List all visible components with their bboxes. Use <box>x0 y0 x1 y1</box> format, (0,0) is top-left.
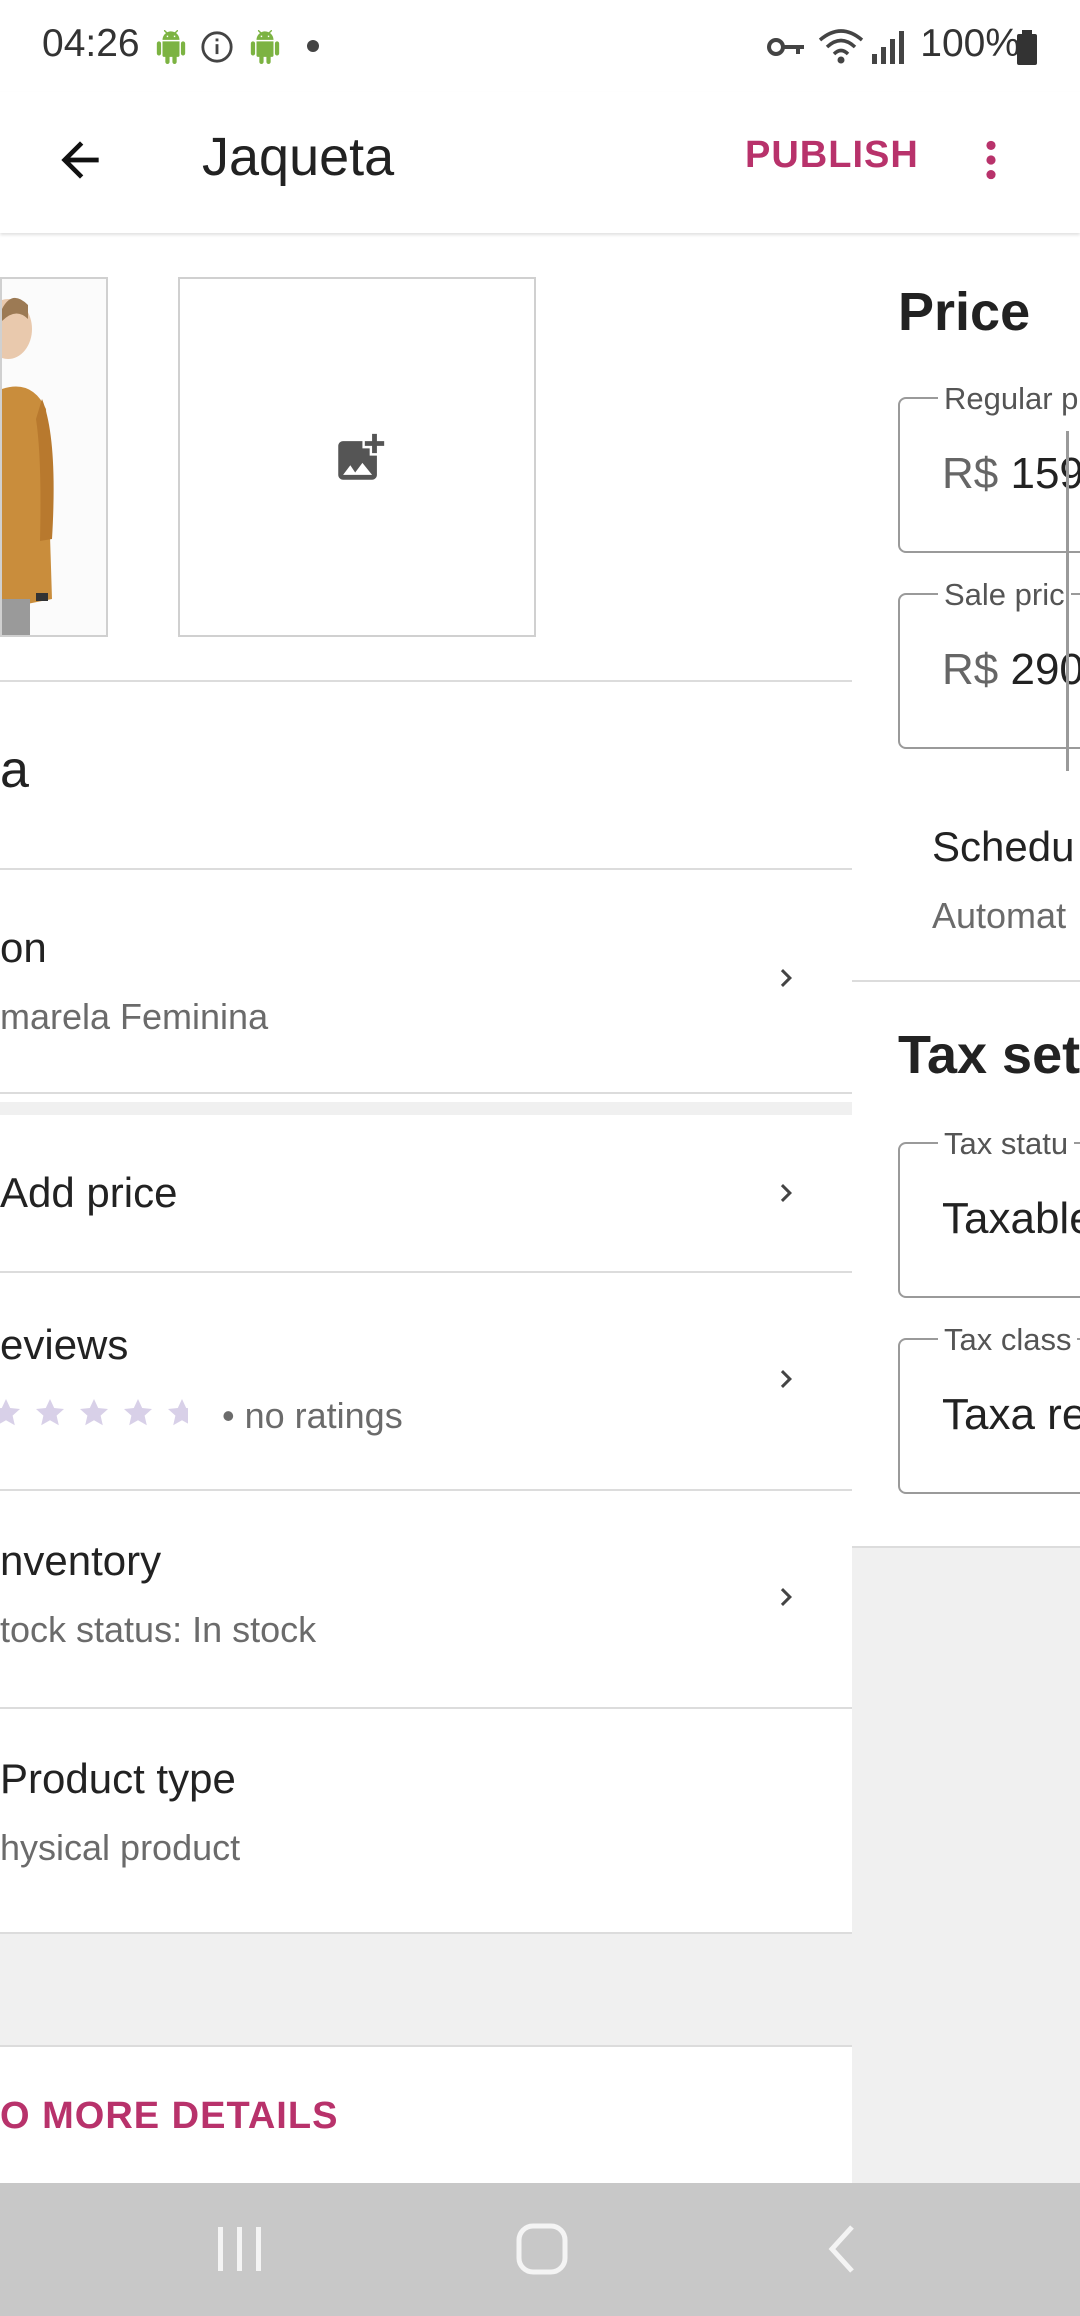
home-icon[interactable] <box>514 2221 570 2277</box>
signal-icon <box>872 31 904 64</box>
more-options-icon[interactable] <box>966 132 1016 188</box>
product-type-row[interactable]: Product type hysical product <box>0 1709 852 1933</box>
inventory-value: tock status: In stock <box>0 1609 317 1650</box>
reviews-title: eviews <box>0 1321 129 1368</box>
chevron-right-icon <box>780 969 792 987</box>
tax-settings-heading: Tax set <box>898 1025 1080 1085</box>
description-row[interactable]: on marela Feminina <box>0 870 852 1090</box>
status-bar: 04:26 100% <box>0 0 1080 92</box>
app-bar: Jaqueta PUBLISH <box>0 92 1080 233</box>
regular-price-field[interactable]: Regular p R$ 159 <box>898 381 1080 553</box>
product-info-card: a on marela Feminina <box>0 682 852 1102</box>
wifi-icon <box>818 29 864 64</box>
tax-class-field[interactable]: Tax class Taxa re <box>898 1322 1080 1494</box>
more-details-card: O MORE DETAILS <box>0 2047 852 2183</box>
price-settings-panel: Price Regular p R$ 159 Sale pric R$ 290 … <box>852 233 1080 2183</box>
tax-class-value: Taxa re <box>942 1390 1080 1439</box>
inventory-title: nventory <box>0 1537 162 1584</box>
regular-price-label: Regular p <box>938 381 1080 417</box>
battery-icon <box>1017 30 1037 65</box>
publish-button[interactable]: PUBLISH <box>745 134 919 177</box>
notification-dot-icon <box>307 40 319 52</box>
product-detail-panel: a on marela Feminina Add price eviews • … <box>0 233 852 2183</box>
add-more-details-button[interactable]: O MORE DETAILS <box>0 2095 338 2138</box>
rating-stars <box>0 1399 188 1426</box>
add-price-row[interactable]: Add price <box>0 1115 852 1271</box>
tax-class-label: Tax class <box>938 1322 1078 1358</box>
sale-price-field[interactable]: Sale pric R$ 290 <box>898 577 1080 749</box>
description-value: marela Feminina <box>0 996 269 1037</box>
system-navigation-bar <box>0 2183 1080 2316</box>
android-icon <box>156 30 186 64</box>
reviews-row[interactable]: eviews • no ratings <box>0 1273 852 1489</box>
add-photo-icon <box>338 433 385 480</box>
back-nav-icon[interactable] <box>816 2221 872 2277</box>
schedule-value: Automat <box>932 895 1067 936</box>
description-title: on <box>0 924 47 971</box>
inventory-row[interactable]: nventory tock status: In stock <box>0 1491 852 1707</box>
page-title: Jaqueta <box>202 127 395 187</box>
back-arrow-icon[interactable] <box>52 132 108 188</box>
schedule-sale-row[interactable]: Schedu Automat <box>852 793 1080 973</box>
sale-price-currency: R$ <box>942 645 999 694</box>
info-icon <box>201 31 233 63</box>
product-type-title: Product type <box>0 1755 236 1802</box>
vpn-key-icon <box>767 38 804 56</box>
product-name[interactable]: a <box>0 740 29 800</box>
status-time: 04:26 <box>42 22 140 65</box>
price-heading: Price <box>898 282 1031 342</box>
recent-apps-icon[interactable] <box>212 2221 268 2277</box>
product-photo <box>2 279 106 635</box>
tax-status-field[interactable]: Tax statu Taxable <box>898 1126 1080 1298</box>
sale-price-label: Sale pric <box>938 577 1071 613</box>
product-type-value: hysical product <box>0 1827 241 1868</box>
chevron-right-icon <box>780 1588 792 1606</box>
android-icon <box>250 30 280 64</box>
price-card: Price Regular p R$ 159 Sale pric R$ 290 … <box>852 233 1080 982</box>
tax-status-value: Taxable <box>942 1194 1080 1243</box>
chevron-right-icon <box>780 1184 792 1202</box>
add-image-button[interactable] <box>178 277 536 637</box>
schedule-title: Schedu <box>932 823 1075 870</box>
chevron-right-icon <box>780 1370 792 1388</box>
field-edge <box>1066 431 1069 771</box>
add-price-label: Add price <box>0 1169 178 1216</box>
sale-price-value: 290 <box>1010 645 1080 694</box>
tax-settings-card: Tax set Tax statu Taxable Tax class Taxa… <box>852 982 1080 1546</box>
tax-status-label: Tax statu <box>938 1126 1075 1162</box>
product-image-thumbnail[interactable] <box>0 277 108 637</box>
product-settings-card: Add price eviews • no ratings nventory t… <box>0 1115 852 1934</box>
rating-text: • no ratings <box>222 1395 403 1436</box>
battery-percent: 100% <box>920 22 1020 65</box>
regular-price-value: 159 <box>1010 449 1080 498</box>
regular-price-currency: R$ <box>942 449 999 498</box>
product-images-card <box>0 233 852 682</box>
